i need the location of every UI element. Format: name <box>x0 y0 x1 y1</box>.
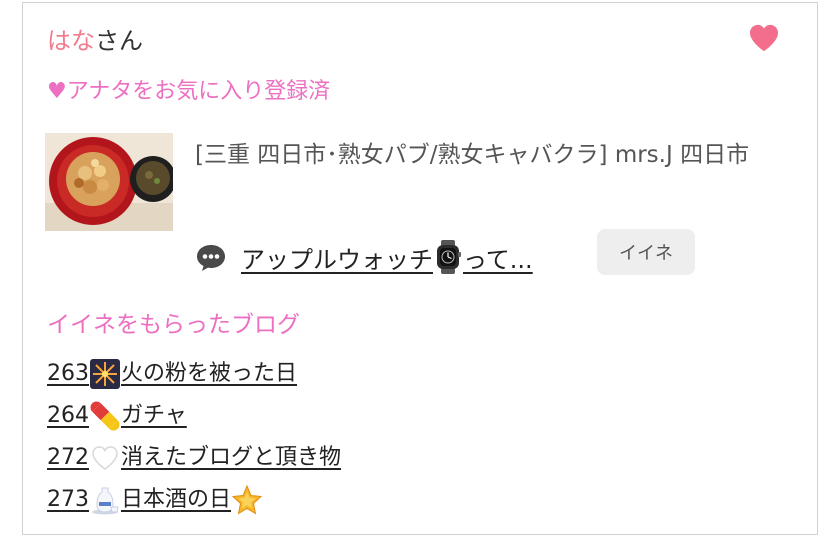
blog-link-272[interactable]: 272 消えたブログと頂き物 <box>47 437 341 479</box>
blog-link-273[interactable]: 273 日本酒の日 <box>47 479 231 521</box>
list-item: 264 ガチャ <box>47 395 341 437</box>
user-name[interactable]: はな <box>47 27 95 55</box>
list-item: 272 消えたブログと頂き物 <box>47 437 341 479</box>
entry-title: [三重 四日市･熟女パブ/熟女キャバクラ] mrs.J 四日市 <box>195 142 750 168</box>
list-item: 263 火の粉を被った日 <box>47 353 341 395</box>
blog-number: 264 <box>47 403 89 428</box>
like-button[interactable]: イイネ <box>597 229 695 275</box>
blog-title: ガチャ <box>121 403 187 428</box>
apple-watch-icon <box>437 240 461 274</box>
food-bowl-photo <box>45 133 173 231</box>
comment-text-after: って... <box>463 245 533 274</box>
fireworks-icon <box>90 359 120 389</box>
comment-row: アップルウォッチ って... <box>195 235 533 279</box>
notification-card: はなさん ♥アナタをお気に入り登録済 [三重 四日市･熟女パブ/熟女キャバクラ]… <box>22 2 818 535</box>
heart-icon[interactable] <box>749 23 779 53</box>
list-item: 273 日本酒の日 <box>47 479 341 521</box>
comment-text-before: アップルウォッチ <box>241 245 433 274</box>
pill-icon <box>90 401 120 431</box>
blog-link-263[interactable]: 263 火の粉を被った日 <box>47 353 297 395</box>
favorite-status: ♥アナタをお気に入り登録済 <box>47 79 331 104</box>
blog-title: 消えたブログと頂き物 <box>121 445 342 470</box>
comment-link[interactable]: アップルウォッチ って... <box>241 240 533 275</box>
user-suffix: さん <box>95 27 143 55</box>
liked-blogs-heading: イイネをもらったブログ <box>47 312 300 338</box>
speech-bubble-icon <box>197 245 225 271</box>
liked-blogs-list: 263 火の粉を被った日 264 ガチャ 272 消えたブログと頂き物 273 … <box>47 353 341 521</box>
blog-number: 263 <box>47 361 89 386</box>
sake-icon <box>90 485 120 515</box>
blog-link-264[interactable]: 264 ガチャ <box>47 395 187 437</box>
blog-title: 日本酒の日 <box>121 487 232 512</box>
white-heart-icon <box>90 443 120 473</box>
user-line: はなさん <box>47 25 143 57</box>
entry-thumbnail[interactable] <box>45 133 173 231</box>
glowing-star-icon <box>232 485 263 515</box>
blog-number: 273 <box>47 487 89 512</box>
blog-number: 272 <box>47 445 89 470</box>
blog-title: 火の粉を被った日 <box>121 361 298 386</box>
